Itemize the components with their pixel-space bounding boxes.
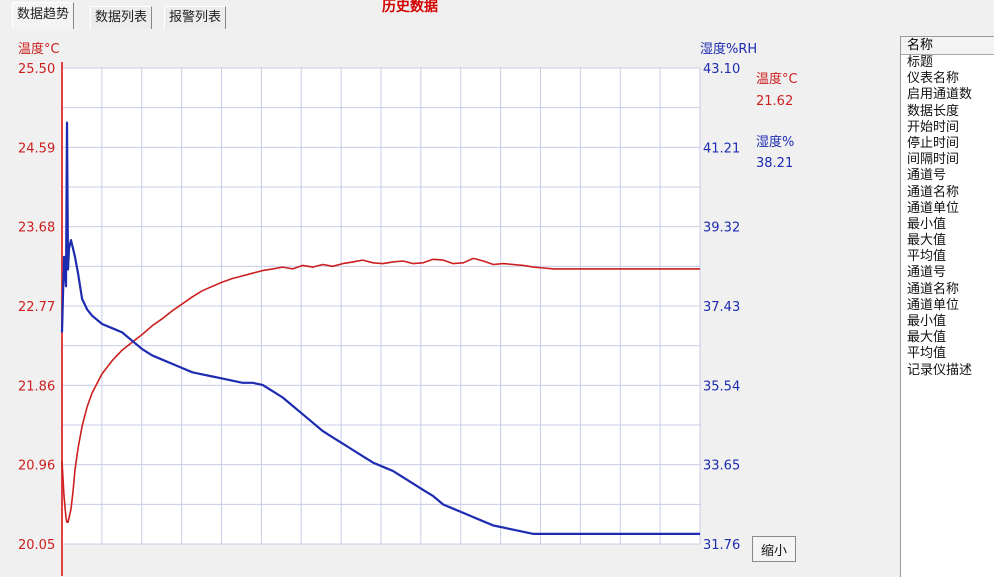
- property-item[interactable]: 最大值: [901, 330, 994, 346]
- left-tick-label: 20.96: [18, 459, 55, 474]
- humidity-readout-value: 38.21: [756, 156, 794, 171]
- right-tick-label: 39.32: [703, 221, 740, 236]
- zoom-out-button[interactable]: 缩小: [752, 536, 796, 562]
- right-tick-label: 35.54: [703, 379, 740, 394]
- property-item[interactable]: 停止时间: [901, 136, 994, 152]
- property-item[interactable]: 最小值: [901, 314, 994, 330]
- property-item[interactable]: 平均值: [901, 249, 994, 265]
- property-panel: 名称 标题 仪表名称 启用通道数 数据长度 开始时间 停止时间 间隔时间 通道号 通道名称 通道单…: [900, 36, 994, 577]
- property-item[interactable]: 平均值: [901, 346, 994, 362]
- property-item[interactable]: 间隔时间: [901, 152, 994, 168]
- property-item[interactable]: 最小值: [901, 217, 994, 233]
- property-item[interactable]: 通道名称: [901, 282, 994, 298]
- right-tick-label: 41.21: [703, 141, 740, 156]
- property-item[interactable]: 通道单位: [901, 298, 994, 314]
- property-item[interactable]: 仪表名称: [901, 71, 994, 87]
- right-tick-label: 31.76: [703, 538, 740, 553]
- property-list: 标题 仪表名称 启用通道数 数据长度 开始时间 停止时间 间隔时间 通道号 通道名称 通道单位 最小…: [901, 55, 994, 379]
- property-item[interactable]: 通道单位: [901, 201, 994, 217]
- left-tick-label: 22.77: [18, 300, 55, 315]
- property-item[interactable]: 记录仪描述: [901, 363, 994, 379]
- trend-chart: 25.50 24.59 23.68 22.77 21.86 20.96 20.05 43.10…: [18, 62, 740, 576]
- property-item[interactable]: 启用通道数: [901, 87, 994, 103]
- property-panel-header: 名称: [901, 37, 994, 55]
- temperature-readout-label: 温度°C: [756, 72, 798, 87]
- left-tick-label: 24.59: [18, 141, 55, 156]
- left-tick-label: 21.86: [18, 379, 55, 394]
- left-tick-label: 25.50: [18, 62, 55, 77]
- left-tick-label: 20.05: [18, 538, 55, 553]
- property-item[interactable]: 标题: [901, 55, 994, 71]
- temperature-readout-value: 21.62: [756, 94, 794, 109]
- right-tick-label: 33.65: [703, 459, 740, 474]
- property-item[interactable]: 通道名称: [901, 185, 994, 201]
- right-tick-label: 43.10: [703, 62, 740, 77]
- property-item[interactable]: 开始时间: [901, 120, 994, 136]
- property-item[interactable]: 通道号: [901, 168, 994, 184]
- left-tick-label: 23.68: [18, 221, 55, 236]
- property-item[interactable]: 最大值: [901, 233, 994, 249]
- humidity-readout-label: 湿度%: [756, 135, 795, 150]
- right-tick-label: 37.43: [703, 300, 740, 315]
- property-item[interactable]: 通道号: [901, 265, 994, 281]
- property-item[interactable]: 数据长度: [901, 104, 994, 120]
